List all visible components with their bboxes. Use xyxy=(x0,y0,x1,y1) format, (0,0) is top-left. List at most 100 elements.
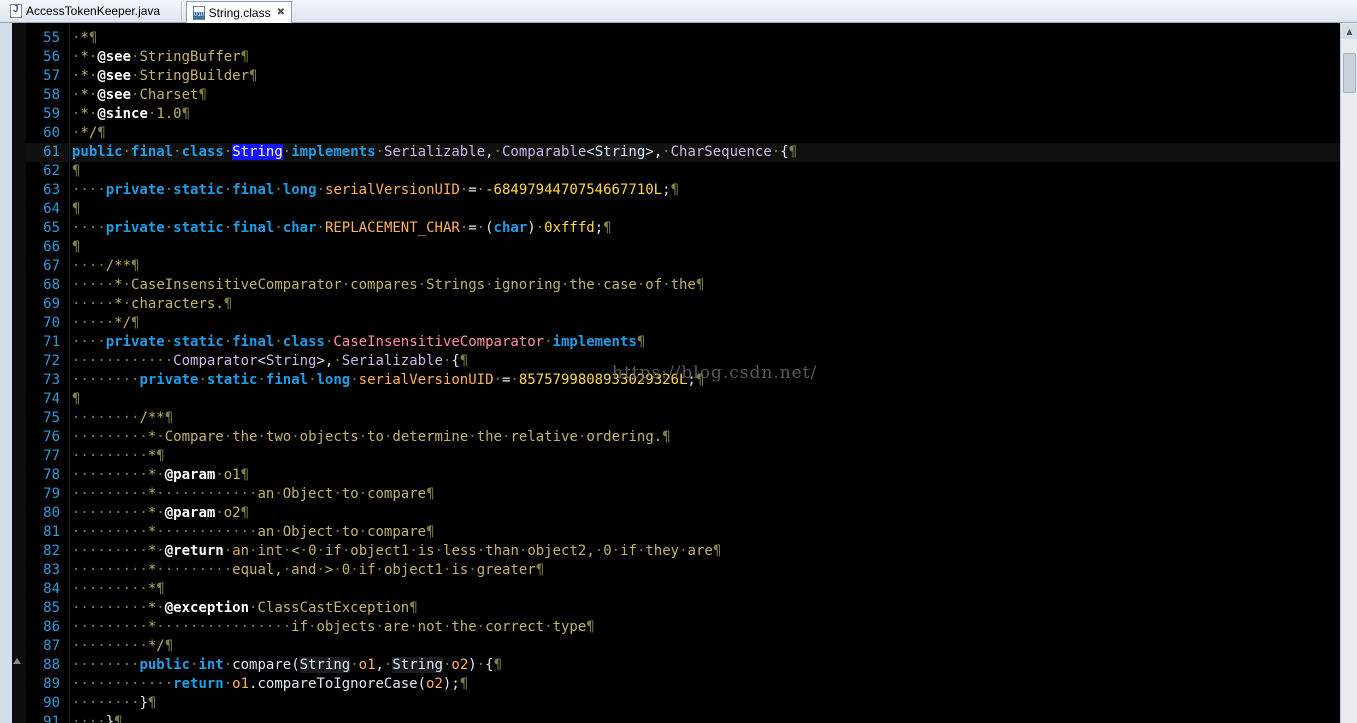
code-line[interactable]: 66 ¶ xyxy=(26,238,1340,257)
whitespace-marker: ············ xyxy=(72,353,174,369)
whitespace-marker: ¶ xyxy=(586,619,595,635)
whitespace-marker: · xyxy=(282,144,292,160)
line-number: 90 xyxy=(43,695,60,711)
code-token: int xyxy=(257,543,283,559)
code-line[interactable]: 80 ·········*·@param·o2¶ xyxy=(26,504,1340,523)
whitespace-marker: · xyxy=(409,543,418,559)
code-line[interactable]: 88 ········public·int·compare(String·o1,·… xyxy=(26,656,1340,675)
whitespace-marker: · xyxy=(164,220,174,236)
code-token: private xyxy=(105,220,165,236)
code-line[interactable]: 59 ·*·@since·1.0¶ xyxy=(26,105,1340,124)
code-line[interactable]: 89 ············return·o1.compareToIgnoreC… xyxy=(26,675,1340,694)
code-token: REPLACEMENT_CHAR xyxy=(324,220,460,236)
code-token: >, xyxy=(316,353,334,369)
whitespace-marker: ················ xyxy=(156,619,292,635)
close-icon[interactable]: ✖ xyxy=(277,7,285,18)
code-line[interactable]: 55 ·*¶ xyxy=(26,29,1340,48)
whitespace-marker: · xyxy=(434,543,444,559)
code-token: less xyxy=(443,543,477,559)
whitespace-marker: · xyxy=(417,277,427,293)
code-text: ····private·static·final·char·REPLACEMEN… xyxy=(72,219,612,238)
code-line[interactable]: 76 ·········*·Compare·the·two·objects·to·… xyxy=(26,428,1340,447)
code-line[interactable]: 63 ····private·static·final·long·serialVe… xyxy=(26,181,1340,200)
code-token: @see xyxy=(97,87,132,103)
whitespace-marker: · xyxy=(358,524,368,540)
code-token: if xyxy=(324,543,342,559)
code-line[interactable]: 86 ·········*················if·objects·a… xyxy=(26,618,1340,637)
line-number: 75 xyxy=(43,410,60,426)
code-line[interactable]: 56 ·*·@see·StringBuffer¶ xyxy=(26,48,1340,67)
code-line[interactable]: 75 ········/**¶ xyxy=(26,409,1340,428)
code-line[interactable]: 61 public·final·class·String·implements·S… xyxy=(26,143,1340,162)
code-token: String xyxy=(594,144,646,160)
whitespace-marker: · xyxy=(341,277,351,293)
code-token: Charset xyxy=(139,87,199,103)
code-token: if xyxy=(620,543,637,559)
folding-column[interactable] xyxy=(12,23,26,723)
whitespace-marker: · xyxy=(316,543,325,559)
code-token: */ xyxy=(114,315,132,331)
code-line[interactable]: 74 ¶ xyxy=(26,390,1340,409)
code-text: ·········*¶ xyxy=(72,447,165,466)
fold-triangle-icon[interactable] xyxy=(13,658,21,664)
code-line[interactable]: 58 ·*·@see·Charset¶ xyxy=(26,86,1340,105)
code-token: ClassCastException xyxy=(257,600,410,616)
whitespace-marker: ¶ xyxy=(198,87,207,103)
whitespace-marker: · xyxy=(316,220,325,236)
code-token: class xyxy=(181,144,224,160)
whitespace-marker: ¶ xyxy=(662,429,671,445)
code-line[interactable]: 85 ·········*·@exception·ClassCastExcepti… xyxy=(26,599,1340,618)
code-token: < xyxy=(586,144,595,160)
code-token: /** xyxy=(139,410,165,426)
code-line[interactable]: 87 ·········*/¶ xyxy=(26,637,1340,656)
code-token: -6849794470754667710L xyxy=(485,182,663,198)
code-token: correct xyxy=(485,619,545,635)
code-line[interactable]: 84 ·········*¶ xyxy=(26,580,1340,599)
code-line[interactable]: 60 ·*/¶ xyxy=(26,124,1340,143)
code-line[interactable]: 79 ·········*············an·Object·to·com… xyxy=(26,485,1340,504)
code-token: CaseInsensitiveComparator xyxy=(131,277,342,293)
whitespace-marker: ········· xyxy=(72,581,148,597)
whitespace-marker: · xyxy=(223,220,233,236)
code-line[interactable]: 77 ·········*¶ xyxy=(26,447,1340,466)
vertical-scrollbar[interactable]: ▲ xyxy=(1340,23,1357,723)
code-line[interactable]: 65 ····private·static·final·char·REPLACEM… xyxy=(26,219,1340,238)
code-line[interactable]: 57 ·*·@see·StringBuilder¶ xyxy=(26,67,1340,86)
code-line[interactable]: 64 ¶ xyxy=(26,200,1340,219)
code-token: ignoring xyxy=(493,277,561,293)
tab-string-class[interactable]: 010 String.class ✖ xyxy=(186,1,292,23)
whitespace-marker: · xyxy=(164,334,174,350)
code-token: @param xyxy=(164,467,216,483)
code-token: compare xyxy=(367,524,427,540)
code-text: ·*·@since·1.0¶ xyxy=(72,105,190,124)
code-token: static xyxy=(173,220,224,236)
code-line[interactable]: 67 ····/**¶ xyxy=(26,257,1340,276)
whitespace-marker: · xyxy=(223,182,233,198)
code-token: >, xyxy=(645,144,663,160)
code-line[interactable]: 91 ····}¶ xyxy=(26,713,1340,723)
code-token: String xyxy=(232,144,283,160)
code-line[interactable]: 62 ¶ xyxy=(26,162,1340,181)
code-token: String xyxy=(392,657,443,673)
code-line[interactable]: 90 ········}¶ xyxy=(26,694,1340,713)
whitespace-marker: ····· xyxy=(72,277,115,293)
whitespace-marker: ¶ xyxy=(147,695,157,711)
code-text: ¶ xyxy=(72,238,80,257)
code-line[interactable]: 82 ·········*·@return·an·int·<·0·if·objec… xyxy=(26,542,1340,561)
code-line[interactable]: 78 ·········*·@param·o1¶ xyxy=(26,466,1340,485)
scroll-thumb[interactable] xyxy=(1343,53,1356,93)
whitespace-marker: · xyxy=(350,562,359,578)
code-line[interactable]: 81 ·········*············an·Object·to·com… xyxy=(26,523,1340,542)
code-line[interactable]: 83 ·········*·········equal,·and·>·0·if·o… xyxy=(26,561,1340,580)
whitespace-marker: · xyxy=(156,543,165,559)
code-line[interactable]: 70 ·····*/¶ xyxy=(26,314,1340,333)
whitespace-marker: ········· xyxy=(72,467,148,483)
tab-accesstokenkeeper-java[interactable]: J AccessTokenKeeper.java xyxy=(4,1,182,21)
scroll-up-icon[interactable]: ▲ xyxy=(1342,24,1357,39)
code-line[interactable]: 71 ····private·static·final·class·CaseIns… xyxy=(26,333,1340,352)
whitespace-marker: ¶ xyxy=(156,581,165,597)
line-number: 88 xyxy=(43,657,60,673)
code-token: * xyxy=(80,49,89,65)
code-line[interactable]: 68 ·····*·CaseInsensitiveComparator·compa… xyxy=(26,276,1340,295)
code-line[interactable]: 69 ·····*·characters.¶ xyxy=(26,295,1340,314)
